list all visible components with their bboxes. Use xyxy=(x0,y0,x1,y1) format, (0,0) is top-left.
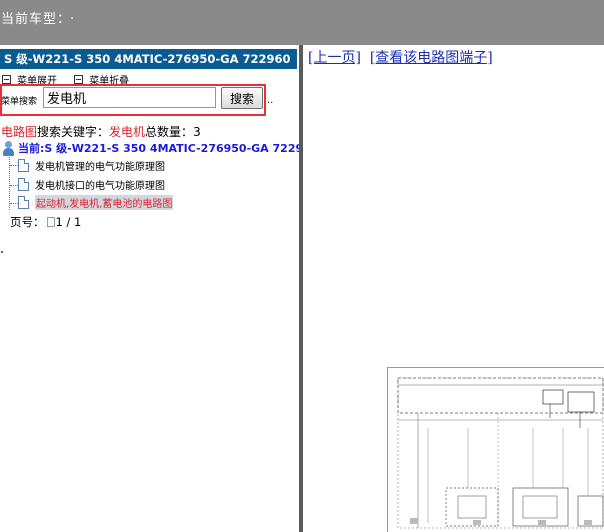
search-button[interactable]: 搜索 xyxy=(221,87,263,109)
pager-value: 1 / 1 xyxy=(55,215,82,229)
pager-label: 页号： xyxy=(10,215,45,229)
document-icon xyxy=(18,177,29,191)
result-keyword-label: 搜索关键字： xyxy=(37,125,110,139)
document-icon xyxy=(18,195,29,209)
search-result-summary: 电路图搜索关键字：发电机总数量：3 xyxy=(1,123,201,140)
document-icon xyxy=(18,158,29,172)
tree-item-starter-alternator-battery[interactable]: 起动机,发电机,蓄电池的电路图 xyxy=(18,194,174,210)
view-terminals-link[interactable]: [查看该电路图端子] xyxy=(370,50,493,66)
tree-item-label: 起动机,发电机,蓄电池的电路图 xyxy=(35,194,174,210)
tree-root[interactable]: 当前:S 级-W221-S 350 4MATIC-276950-GA 72296… xyxy=(2,140,299,156)
tree-item-alternator-management[interactable]: 发电机管理的电气功能原理图 xyxy=(18,157,165,173)
result-prefix: 电路图 xyxy=(1,125,38,139)
left-pane: S 级-W221-S 350 4MATIC-276950-GA 722960 菜… xyxy=(0,45,299,532)
search-trailing: .. xyxy=(267,95,274,106)
tree-item-label: 发电机管理的电气功能原理图 xyxy=(35,161,165,173)
tree-branch xyxy=(10,185,18,186)
tree-item-alternator-interface[interactable]: 发电机接口的电气功能原理图 xyxy=(18,176,165,192)
search-label: 菜单搜索 xyxy=(1,97,38,107)
user-icon xyxy=(2,140,15,156)
right-pane: [上一页] [查看该电路图端子] xyxy=(303,45,604,532)
tree-item-label: 发电机接口的电气功能原理图 xyxy=(35,180,165,192)
prev-page-link[interactable]: [上一页] xyxy=(308,50,361,66)
collapse-icon xyxy=(74,75,84,84)
circuit-diagram-graphic xyxy=(388,368,604,532)
tree-root-label: 当前:S 级-W221-S 350 4MATIC-276950-GA 72296… xyxy=(18,142,299,155)
circuit-diagram xyxy=(387,367,604,532)
search-input[interactable] xyxy=(43,87,216,108)
top-bar: 当前车型： . xyxy=(0,0,604,45)
page-checkbox[interactable] xyxy=(46,217,55,227)
model-title: S 级-W221-S 350 4MATIC-276950-GA 722960 xyxy=(0,49,297,69)
tree-branch xyxy=(10,165,18,166)
marker-dot xyxy=(1,251,3,253)
expand-icon xyxy=(2,75,11,84)
viewer-nav: [上一页] [查看该电路图端子] xyxy=(308,47,493,67)
car-model-label: 当前车型： xyxy=(1,12,72,27)
pager: 页号： 1 / 1 xyxy=(10,214,81,230)
result-keyword: 发电机 xyxy=(109,125,146,139)
result-count: 3 xyxy=(193,125,201,139)
tree-branch xyxy=(10,203,18,204)
car-model-value: . xyxy=(70,8,75,23)
result-count-label: 总数量： xyxy=(145,125,194,139)
